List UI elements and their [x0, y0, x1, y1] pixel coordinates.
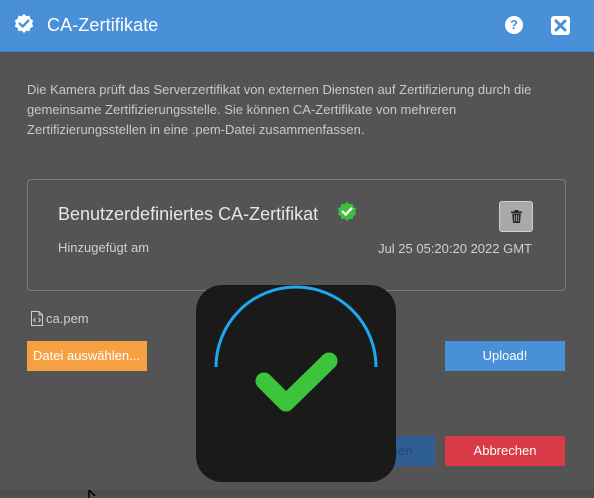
delete-certificate-button[interactable] [499, 201, 533, 232]
verified-badge-icon [337, 201, 357, 221]
file-name: ca.pem [46, 311, 89, 326]
trash-icon [511, 210, 522, 223]
dialog-description: Die Kamera prüft das Serverzertifikat vo… [27, 82, 532, 137]
success-overlay [196, 285, 396, 482]
certificate-card: Benutzerdefiniertes CA-Zertifikat Hinzug… [27, 179, 566, 291]
added-label: Hinzugefügt am [58, 240, 150, 255]
dialog-header: CA-Zertifikate ? [0, 0, 594, 52]
ca-certificates-dialog: CA-Zertifikate ? Die Kamera prüft das Se… [0, 0, 594, 498]
verified-badge-icon [14, 13, 34, 33]
progress-ring [214, 285, 378, 368]
file-code-icon [31, 311, 43, 326]
help-button[interactable]: ? [505, 16, 523, 34]
dialog-title: CA-Zertifikate [47, 15, 159, 35]
close-button[interactable] [551, 16, 570, 35]
upload-button[interactable]: Upload! [445, 341, 565, 371]
close-icon [554, 19, 567, 32]
choose-file-button[interactable]: Datei auswählen... [27, 341, 147, 371]
added-date: Jul 25 05:20:20 2022 GMT [378, 241, 532, 256]
checkmark-success-icon [214, 285, 378, 412]
cancel-button[interactable]: Abbrechen [445, 436, 565, 466]
certificate-name: Benutzerdefiniertes CA-Zertifikat [58, 204, 319, 224]
